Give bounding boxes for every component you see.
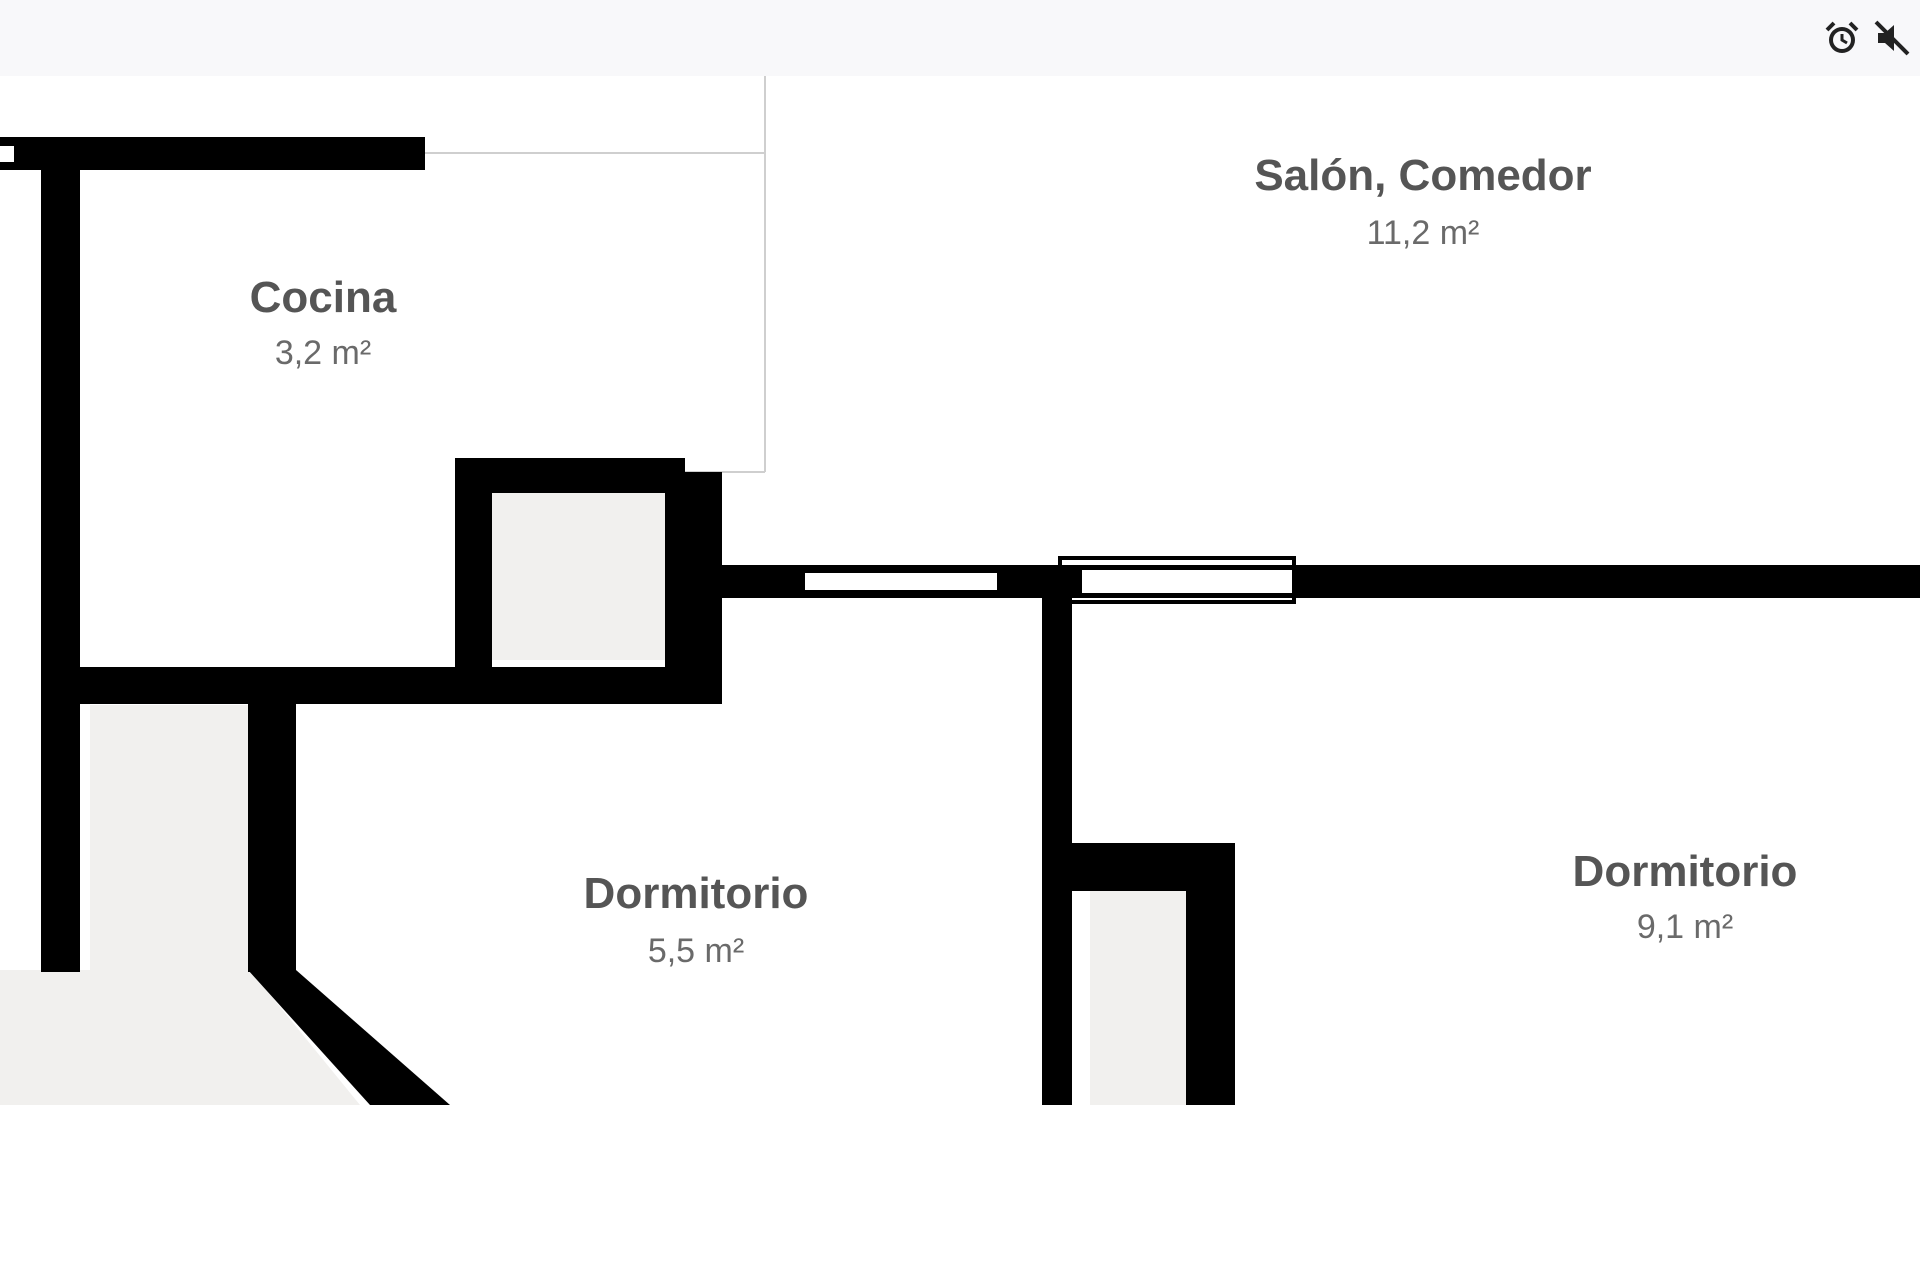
- wall-kitchen-bottom: [41, 667, 694, 704]
- room-area: 11,2 m²: [1367, 214, 1480, 252]
- wall-closet-left: [455, 458, 492, 704]
- room-label-dormitorio-1: Dormitorio 5,5 m²: [584, 869, 809, 970]
- wall-corridor-right: [248, 697, 296, 972]
- wall-bedroom-divider: [1042, 565, 1072, 1105]
- wall-left: [41, 137, 80, 972]
- room-name: Dormitorio: [584, 869, 809, 918]
- wall-closet-bedroom-right: [1186, 843, 1235, 1105]
- floor-plan: Cocina 3,2 m² Salón, Comedor 11,2 m² Dor…: [0, 76, 1920, 1105]
- window-1: [805, 573, 997, 590]
- room-area: 9,1 m²: [1637, 908, 1733, 946]
- screen: Cocina 3,2 m² Salón, Comedor 11,2 m² Dor…: [0, 0, 1920, 1280]
- room-area: 3,2 m²: [275, 334, 371, 372]
- room-name: Dormitorio: [1573, 847, 1798, 896]
- room-label-cocina: Cocina 3,2 m²: [250, 273, 397, 372]
- room-label-dormitorio-2: Dormitorio 9,1 m²: [1573, 847, 1798, 946]
- kitchen-outline: [420, 76, 766, 473]
- window-left-line-1: [0, 928, 41, 932]
- window-2: [1082, 570, 1292, 593]
- window-left-line-2: [0, 940, 41, 944]
- room-name: Salón, Comedor: [1254, 151, 1591, 200]
- window-left-line-3: [0, 952, 41, 956]
- room-area: 5,5 m²: [648, 932, 744, 970]
- wall-closet-top: [455, 458, 685, 493]
- room-name: Cocina: [250, 273, 397, 322]
- window-left-top: [0, 146, 14, 162]
- room-label-salon: Salón, Comedor 11,2 m²: [1254, 151, 1591, 252]
